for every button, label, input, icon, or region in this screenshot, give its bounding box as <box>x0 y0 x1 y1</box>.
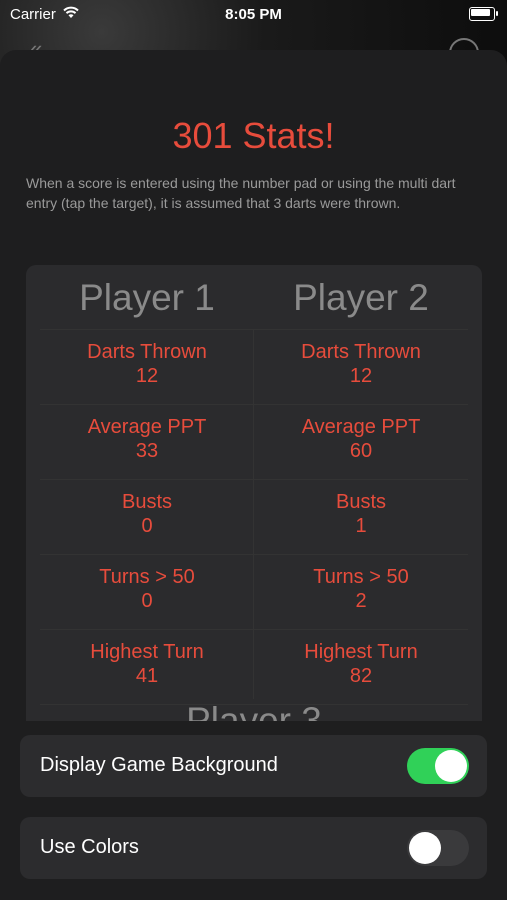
stat-busts: Busts 1 <box>254 480 468 555</box>
stat-value: 33 <box>135 440 159 462</box>
setting-use-colors: Use Colors <box>20 817 487 879</box>
stat-value: 12 <box>135 365 159 387</box>
stat-darts-thrown: Darts Thrown 12 <box>40 330 254 405</box>
stats-card[interactable]: Player 1 Darts Thrown 12 Average PPT 33 … <box>26 265 482 721</box>
stat-label: Busts <box>121 491 173 513</box>
stat-label: Highest Turn <box>90 641 204 663</box>
stat-value: 0 <box>141 590 153 612</box>
stat-highest-turn: Highest Turn 41 <box>40 630 254 705</box>
stat-label: Average PPT <box>87 416 207 438</box>
stat-label: Highest Turn <box>304 641 418 663</box>
stat-value: 12 <box>349 365 373 387</box>
clock: 8:05 PM <box>225 6 282 23</box>
status-bar: Carrier 8:05 PM <box>0 0 507 30</box>
toggle-knob <box>435 750 467 782</box>
stat-value: 60 <box>349 440 373 462</box>
stat-label: Average PPT <box>301 416 421 438</box>
stat-label: Darts Thrown <box>87 341 207 363</box>
stat-label: Busts <box>335 491 387 513</box>
stat-turns-over-50: Turns > 50 0 <box>40 555 254 630</box>
toggle-knob <box>409 832 441 864</box>
stat-label: Darts Thrown <box>301 341 421 363</box>
stat-average-ppt: Average PPT 33 <box>40 405 254 480</box>
battery-icon <box>469 7 498 21</box>
setting-label: Use Colors <box>40 836 139 858</box>
stat-darts-thrown: Darts Thrown 12 <box>254 330 468 405</box>
stat-turns-over-50: Turns > 50 2 <box>254 555 468 630</box>
stat-value: 2 <box>355 590 367 612</box>
player-2-column: Player 2 Darts Thrown 12 Average PPT 60 … <box>254 265 468 705</box>
stat-label: Turns > 50 <box>313 566 409 588</box>
player-name: Player 2 <box>254 265 468 330</box>
stat-busts: Busts 0 <box>40 480 254 555</box>
setting-display-game-background: Display Game Background <box>20 735 487 797</box>
player-1-column: Player 1 Darts Thrown 12 Average PPT 33 … <box>40 265 254 705</box>
stat-average-ppt: Average PPT 60 <box>254 405 468 480</box>
player-3-name-partial: Player 3 <box>186 700 322 722</box>
page-title: 301 Stats! <box>172 115 335 156</box>
use-colors-toggle[interactable] <box>407 830 469 866</box>
description-text: When a score is entered using the number… <box>26 175 456 211</box>
setting-label: Display Game Background <box>40 754 278 776</box>
stat-highest-turn: Highest Turn 82 <box>254 630 468 705</box>
stat-value: 41 <box>135 665 159 687</box>
player-name: Player 1 <box>40 265 254 330</box>
display-background-toggle[interactable] <box>407 748 469 784</box>
stat-value: 82 <box>349 665 373 687</box>
stat-label: Turns > 50 <box>99 566 195 588</box>
stat-value: 0 <box>141 515 153 537</box>
stat-value: 1 <box>355 515 367 537</box>
